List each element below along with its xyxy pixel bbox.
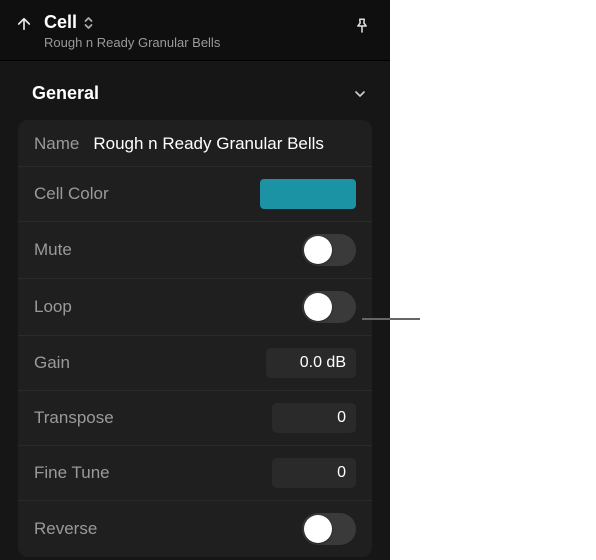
- fine-tune-label: Fine Tune: [34, 463, 110, 483]
- section-title: General: [32, 83, 99, 104]
- back-icon[interactable]: [14, 14, 34, 34]
- chevron-down-icon: [352, 86, 368, 102]
- gain-label: Gain: [34, 353, 70, 373]
- gain-field[interactable]: 0.0 dB: [266, 348, 356, 378]
- name-row: Name Rough n Ready Granular Bells: [18, 120, 372, 167]
- pin-icon[interactable]: [350, 14, 374, 38]
- toggle-knob: [304, 236, 332, 264]
- cell-color-row: Cell Color: [18, 167, 372, 222]
- reverse-toggle[interactable]: [302, 513, 356, 545]
- cell-color-swatch[interactable]: [260, 179, 356, 209]
- loop-toggle[interactable]: [302, 291, 356, 323]
- transpose-label: Transpose: [34, 408, 114, 428]
- gain-value: 0.0 dB: [300, 354, 346, 372]
- general-section: General Name Rough n Ready Granular Bell…: [0, 61, 390, 557]
- cell-color-label: Cell Color: [34, 184, 109, 204]
- panel-title: Cell: [44, 12, 77, 33]
- toggle-knob: [304, 293, 332, 321]
- mute-label: Mute: [34, 240, 72, 260]
- fine-tune-value: 0: [337, 464, 346, 482]
- panel-header: Cell Rough n Ready Granular Bells: [0, 0, 390, 61]
- toggle-knob: [304, 515, 332, 543]
- gain-row: Gain 0.0 dB: [18, 336, 372, 391]
- fine-tune-row: Fine Tune 0: [18, 446, 372, 501]
- callout-line: [362, 318, 420, 320]
- header-title-block[interactable]: Cell Rough n Ready Granular Bells: [44, 12, 340, 50]
- section-header[interactable]: General: [0, 61, 390, 120]
- transpose-field[interactable]: 0: [272, 403, 356, 433]
- cell-inspector-panel: Cell Rough n Ready Granular Bells Genera…: [0, 0, 390, 560]
- loop-label: Loop: [34, 297, 72, 317]
- transpose-row: Transpose 0: [18, 391, 372, 446]
- fine-tune-field[interactable]: 0: [272, 458, 356, 488]
- reverse-label: Reverse: [34, 519, 97, 539]
- panel-subtitle: Rough n Ready Granular Bells: [44, 35, 340, 50]
- name-label: Name: [34, 134, 79, 154]
- mute-toggle[interactable]: [302, 234, 356, 266]
- mute-row: Mute: [18, 222, 372, 279]
- transpose-value: 0: [337, 409, 346, 427]
- updown-icon: [83, 16, 94, 30]
- reverse-row: Reverse: [18, 501, 372, 557]
- name-field[interactable]: Rough n Ready Granular Bells: [93, 134, 324, 154]
- section-body: Name Rough n Ready Granular Bells Cell C…: [18, 120, 372, 557]
- loop-row: Loop: [18, 279, 372, 336]
